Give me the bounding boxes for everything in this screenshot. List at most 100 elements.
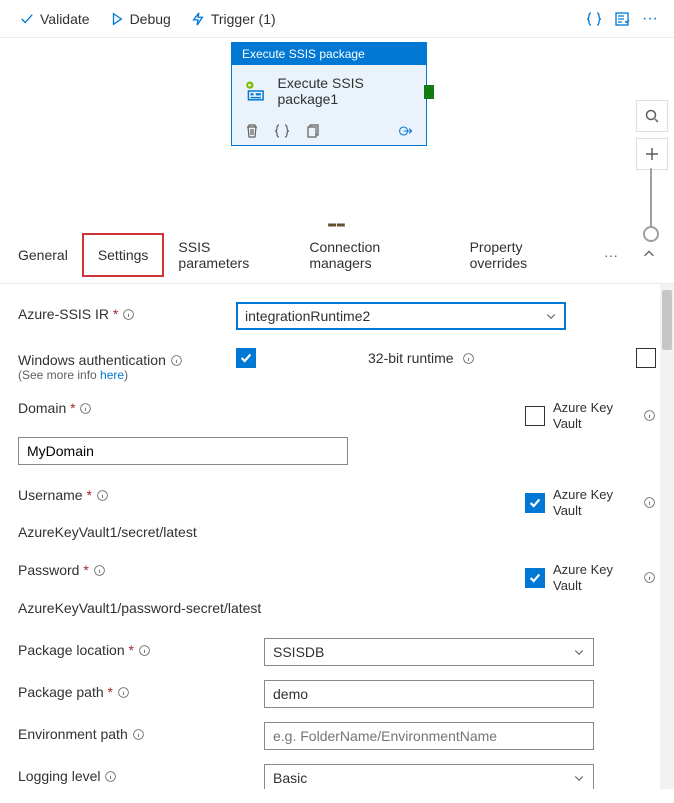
- row-windows-auth: Windows authentication (See more info he…: [18, 348, 656, 382]
- debug-label: Debug: [130, 11, 171, 27]
- thirtytwo-bit-checkbox[interactable]: [636, 348, 656, 368]
- info-icon[interactable]: [79, 402, 92, 415]
- more-button[interactable]: ···: [636, 4, 664, 34]
- activity-body: Execute SSIS package1: [232, 65, 426, 117]
- canvas-tools: [636, 100, 668, 170]
- properties-button[interactable]: [608, 5, 636, 33]
- info-icon[interactable]: [96, 489, 109, 502]
- domain-akv-checkbox[interactable]: [525, 406, 545, 426]
- info-icon[interactable]: [462, 352, 475, 365]
- collapse-panel-button[interactable]: [628, 237, 670, 274]
- azure-ssis-ir-value: integrationRuntime2: [245, 308, 370, 324]
- chevron-down-icon: [573, 772, 585, 784]
- lightning-icon: [191, 12, 205, 26]
- azure-ssis-ir-select[interactable]: integrationRuntime2: [236, 302, 566, 330]
- tab-settings[interactable]: Settings: [82, 233, 165, 277]
- search-icon: [644, 108, 660, 124]
- row-domain: Domain * Azure Key Vault: [18, 400, 656, 465]
- username-value: AzureKeyVault1/secret/latest: [18, 524, 656, 540]
- activity-name: Execute SSIS package1: [278, 75, 415, 107]
- row-username: Username * Azure Key Vault AzureKeyVault…: [18, 487, 656, 540]
- environment-path-input[interactable]: [264, 722, 594, 750]
- logging-level-label: Logging level: [18, 768, 101, 784]
- scrollbar[interactable]: [660, 284, 674, 789]
- thirtytwo-bit-label: 32-bit runtime: [368, 350, 454, 366]
- windows-auth-label: Windows authentication: [18, 352, 166, 368]
- akv-label: Azure Key Vault: [553, 562, 625, 593]
- detail-tabs: General Settings SSIS parameters Connect…: [0, 227, 674, 284]
- chevron-up-icon: [642, 247, 656, 261]
- copy-icon[interactable]: [304, 123, 320, 139]
- chevron-down-icon: [573, 646, 585, 658]
- row-password: Password * Azure Key Vault AzureKeyVault…: [18, 562, 656, 615]
- braces-icon: [586, 11, 602, 27]
- domain-input[interactable]: [18, 437, 348, 465]
- package-path-label: Package path: [18, 684, 104, 700]
- chevron-down-icon: [545, 310, 557, 322]
- tab-connection-managers[interactable]: Connection managers: [295, 227, 455, 283]
- domain-label: Domain: [18, 400, 66, 416]
- validate-button[interactable]: Validate: [10, 7, 100, 31]
- password-akv-checkbox[interactable]: [525, 568, 545, 588]
- validate-label: Validate: [40, 11, 90, 27]
- debug-button[interactable]: Debug: [100, 7, 181, 31]
- username-label: Username: [18, 487, 83, 503]
- package-location-select[interactable]: SSISDB: [264, 638, 594, 666]
- environment-path-label: Environment path: [18, 726, 128, 742]
- info-icon[interactable]: [138, 644, 151, 657]
- info-icon[interactable]: [643, 571, 656, 584]
- azure-ssis-ir-label: Azure-SSIS IR: [18, 306, 109, 322]
- row-environment-path: Environment path: [18, 722, 656, 750]
- trigger-button[interactable]: Trigger (1): [181, 7, 286, 31]
- check-icon: [20, 12, 34, 26]
- info-icon[interactable]: [104, 770, 117, 783]
- logging-level-select[interactable]: Basic: [264, 764, 594, 789]
- scrollbar-thumb[interactable]: [662, 290, 672, 350]
- add-activity-button[interactable]: [636, 138, 668, 170]
- tab-ssis-parameters[interactable]: SSIS parameters: [164, 227, 295, 283]
- tab-property-overrides[interactable]: Property overrides: [456, 227, 594, 283]
- ssis-icon: [244, 78, 268, 104]
- success-output-handle[interactable]: [424, 85, 434, 99]
- plus-icon: [644, 146, 660, 162]
- braces-icon[interactable]: [274, 123, 290, 139]
- akv-label: Azure Key Vault: [553, 487, 625, 518]
- row-logging-level: Logging level Basic Customized: [18, 764, 656, 789]
- delete-icon[interactable]: [244, 123, 260, 139]
- activity-header: Execute SSIS package: [232, 43, 426, 65]
- package-path-input[interactable]: [264, 680, 594, 708]
- resize-handle-knob[interactable]: [643, 226, 659, 242]
- info-icon[interactable]: [170, 354, 183, 367]
- output-icon[interactable]: [398, 123, 414, 139]
- activity-node-execute-ssis[interactable]: Execute SSIS package Execute SSIS packag…: [231, 42, 427, 146]
- list-check-icon: [614, 11, 630, 27]
- password-label: Password: [18, 562, 79, 578]
- tabs-more-button[interactable]: ···: [594, 237, 628, 273]
- activity-footer: [232, 117, 426, 145]
- windows-auth-checkbox[interactable]: [236, 348, 256, 368]
- trigger-label: Trigger (1): [211, 11, 276, 27]
- row-package-location: Package location * SSISDB: [18, 638, 656, 666]
- tab-general[interactable]: General: [4, 235, 82, 275]
- search-activities-button[interactable]: [636, 100, 668, 132]
- info-icon[interactable]: [122, 308, 135, 321]
- top-toolbar: Validate Debug Trigger (1) ···: [0, 0, 674, 38]
- row-package-path: Package path *: [18, 680, 656, 708]
- info-icon[interactable]: [132, 728, 145, 741]
- windows-auth-more-link[interactable]: here: [100, 368, 124, 382]
- akv-label: Azure Key Vault: [553, 400, 625, 431]
- package-location-label: Package location: [18, 642, 125, 658]
- info-icon[interactable]: [117, 686, 130, 699]
- info-icon[interactable]: [643, 409, 656, 422]
- settings-panel: Azure-SSIS IR * integrationRuntime2 Wind…: [0, 284, 674, 789]
- info-icon[interactable]: [93, 564, 106, 577]
- resize-handle-line: [650, 168, 652, 228]
- braces-button[interactable]: [580, 5, 608, 33]
- info-icon[interactable]: [643, 496, 656, 509]
- row-azure-ssis-ir: Azure-SSIS IR * integrationRuntime2: [18, 302, 656, 330]
- pipeline-canvas[interactable]: Execute SSIS package Execute SSIS packag…: [0, 38, 674, 218]
- logging-level-value: Basic: [273, 770, 307, 786]
- username-akv-checkbox[interactable]: [525, 493, 545, 513]
- password-value: AzureKeyVault1/password-secret/latest: [18, 600, 656, 616]
- package-location-value: SSISDB: [273, 644, 324, 660]
